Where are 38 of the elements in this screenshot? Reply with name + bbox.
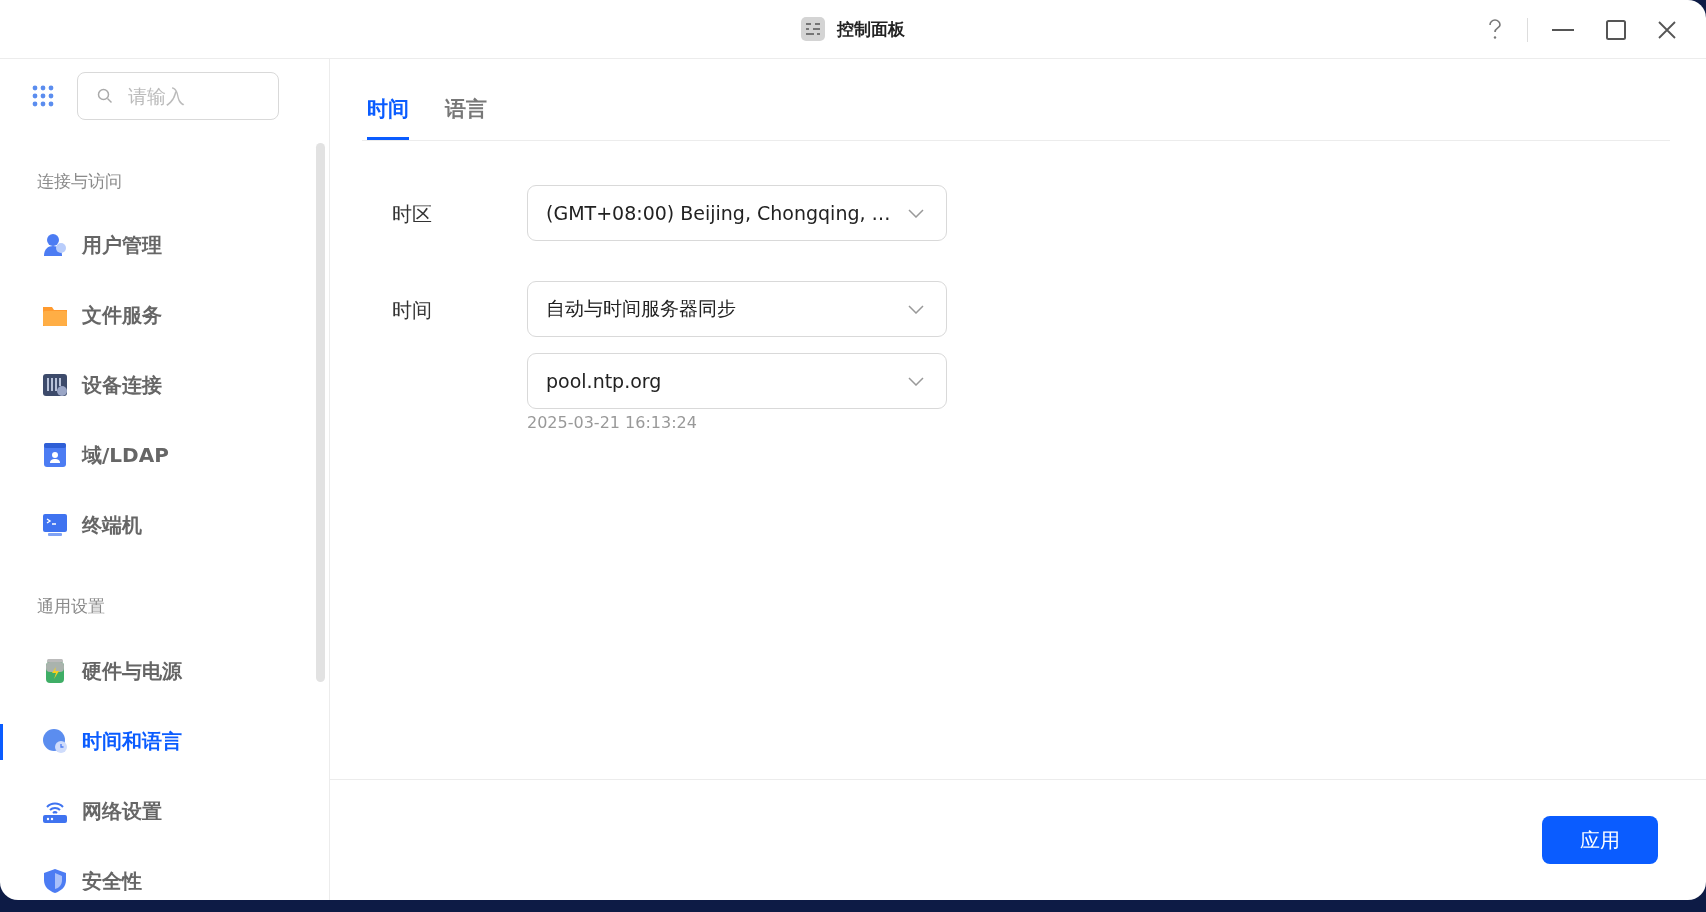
dropdown[interactable]: (GMT+08:00) Beijing, Chongqing, … — [527, 185, 947, 241]
scrollbar[interactable] — [316, 143, 325, 682]
dropdown[interactable]: pool.ntp.org — [527, 353, 947, 409]
sidebar-item[interactable]: 硬件与电源 — [0, 636, 329, 706]
sidebar-item[interactable]: 网络设置 — [0, 776, 329, 846]
id-card-icon — [42, 442, 68, 468]
sidebar-item[interactable]: 文件服务 — [0, 280, 329, 350]
maximize-icon[interactable] — [1606, 20, 1626, 40]
field-label: 时间 — [392, 297, 433, 324]
users-icon — [42, 232, 68, 258]
terminal-icon — [42, 512, 68, 538]
tab[interactable]: 语言 — [445, 79, 487, 140]
tab[interactable]: 时间 — [367, 79, 409, 140]
dropdown[interactable]: 自动与时间服务器同步 — [527, 281, 947, 337]
server-icon — [42, 372, 68, 398]
chevron-down-icon — [908, 376, 924, 386]
section-heading: 连接与访问 — [36, 170, 123, 193]
globe-clock-icon — [42, 728, 68, 754]
chevron-down-icon — [908, 304, 924, 314]
chevron-down-icon — [908, 208, 924, 218]
sidebar-item[interactable]: 时间和语言 — [0, 706, 329, 776]
current-time-text: 2025-03-21 16:13:24 — [527, 413, 698, 432]
help-icon[interactable] — [1487, 19, 1503, 41]
apply-button[interactable]: 应用 — [1542, 816, 1658, 864]
search-icon — [97, 88, 113, 104]
app-grid-icon[interactable] — [32, 85, 54, 107]
section-heading: 通用设置 — [36, 595, 106, 618]
sidebar-item[interactable]: 安全性 — [0, 846, 329, 900]
sidebar-item[interactable]: 终端机 — [0, 490, 329, 560]
sliders-icon — [801, 17, 825, 41]
sidebar-item[interactable]: 设备连接 — [0, 350, 329, 420]
sidebar-item[interactable]: 用户管理 — [0, 210, 329, 280]
window-title: 控制面板 — [837, 17, 905, 41]
search-field[interactable]: 请输入 — [77, 72, 279, 120]
close-icon[interactable] — [1658, 21, 1676, 39]
sidebar-item[interactable]: 域/LDAP — [0, 420, 329, 490]
shield-icon — [42, 868, 68, 894]
field-label: 时区 — [392, 201, 433, 228]
